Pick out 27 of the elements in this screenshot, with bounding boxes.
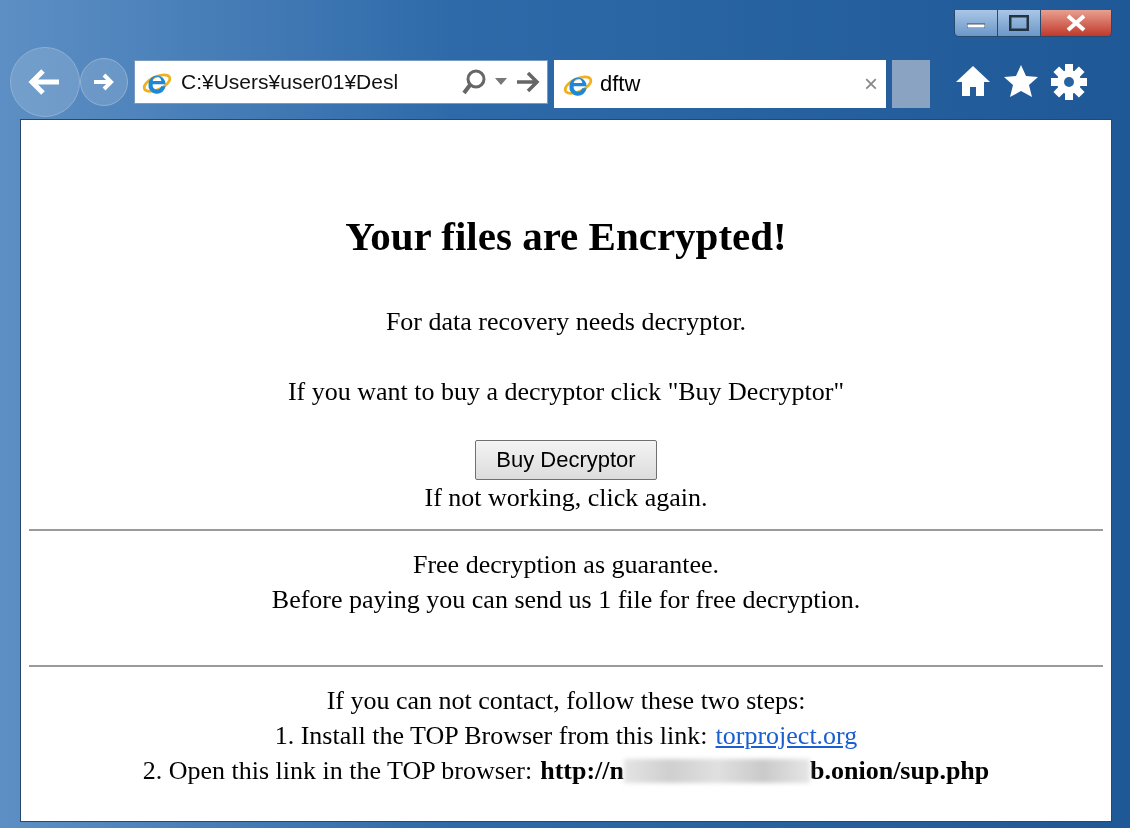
close-tab-button[interactable]: ×	[864, 69, 878, 98]
guarantee-text: Free decryption as guarantee.	[412, 549, 720, 581]
forward-button[interactable]	[80, 57, 128, 106]
go-arrow-icon[interactable]	[515, 69, 541, 94]
minimize-button[interactable]	[955, 10, 998, 36]
torproject-link[interactable]: torproject.org	[715, 718, 858, 753]
url-text: http://n	[540, 755, 625, 787]
dropdown-caret-icon[interactable]	[495, 77, 507, 86]
step-text: 2. Open this link in the TOP browser:	[142, 755, 533, 787]
close-icon	[1065, 14, 1087, 32]
url-text: b.onion/sup.php	[810, 755, 990, 787]
guarantee-text: Before paying you can send us 1 file for free decryption.	[271, 584, 861, 616]
settings-icon[interactable]	[1050, 62, 1088, 101]
address-field[interactable]: C:¥Users¥user01¥Desl	[134, 59, 548, 104]
page-heading: Your files are Encrypted!	[345, 212, 787, 260]
search-icon[interactable]	[461, 67, 487, 96]
steps-heading: If you can not contact, follow these two steps:	[326, 685, 806, 717]
step-text: 1. Install the TOP Browser from this link:	[274, 720, 708, 752]
message-text: If you want to buy a decryptor click "Buy Decryptor"	[287, 376, 845, 408]
note-text: If not working, click again.	[424, 482, 708, 514]
close-button[interactable]	[1041, 10, 1111, 36]
right-arrow-icon	[92, 71, 116, 92]
maximize-button[interactable]	[998, 10, 1041, 36]
browser-tab[interactable]: dftw ×	[554, 59, 886, 108]
message-text: For data recovery needs decryptor.	[385, 306, 747, 338]
buy-decryptor-button[interactable]: Buy Decryptor	[475, 440, 657, 480]
maximize-icon	[1009, 15, 1029, 31]
